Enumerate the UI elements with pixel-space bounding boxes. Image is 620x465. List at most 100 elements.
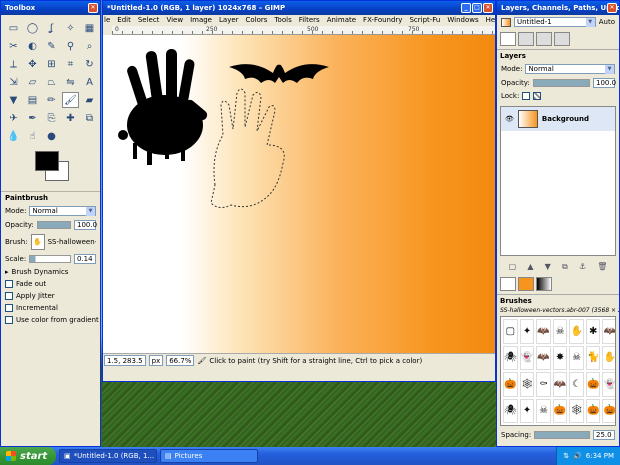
brush-preview[interactable]: ✋ <box>30 234 45 250</box>
menu-image[interactable]: Image <box>190 15 212 26</box>
minimize-icon[interactable]: _ <box>461 3 471 13</box>
incremental-row[interactable]: Incremental <box>1 302 100 314</box>
tab-gradients[interactable] <box>536 277 552 291</box>
foreground-select-tool-icon[interactable]: ◐ <box>24 38 41 54</box>
brush-cell[interactable]: ▢ <box>503 319 518 344</box>
rotate-tool-icon[interactable]: ↻ <box>81 56 98 72</box>
lower-layer-icon[interactable]: ▼ <box>545 262 551 272</box>
menu-fx-foundry[interactable]: FX-Foundry <box>363 15 402 26</box>
brush-cell[interactable]: 🎃 <box>586 398 601 423</box>
fade-out-row[interactable]: Fade out <box>1 278 100 290</box>
bucket-fill-tool-icon[interactable]: ▼ <box>5 92 22 108</box>
brush-dynamics-row[interactable]: ▸ Brush Dynamics <box>1 266 100 278</box>
menu-tools[interactable]: Tools <box>274 15 291 26</box>
text-tool-icon[interactable]: A <box>81 74 98 90</box>
volume-icon[interactable]: 🔊 <box>573 452 582 460</box>
spacing-value[interactable]: 25.0 <box>593 430 615 440</box>
opacity-value[interactable]: 100.0 <box>74 220 97 230</box>
brush-cell[interactable]: ☠ <box>569 345 585 370</box>
mode-dropdown[interactable]: Normal <box>29 206 96 216</box>
menu-help[interactable]: Help <box>486 15 495 26</box>
dodge-burn-tool-icon[interactable]: ● <box>43 128 60 144</box>
new-layer-icon[interactable]: ▢ <box>509 262 517 272</box>
apply-jitter-checkbox[interactable] <box>5 292 13 300</box>
brush-cell[interactable]: ✸ <box>552 345 568 370</box>
brush-cell[interactable]: 🕸 <box>569 398 585 423</box>
image-canvas[interactable] <box>103 35 495 353</box>
opacity-slider[interactable] <box>36 221 71 229</box>
paths-tool-icon[interactable]: ✎ <box>43 38 60 54</box>
eye-icon[interactable]: 👁 <box>505 115 514 123</box>
toolbox-titlebar[interactable]: Toolbox ✕ <box>1 1 100 15</box>
flip-tool-icon[interactable]: ⇋ <box>62 74 79 90</box>
blend-tool-icon[interactable]: ▤ <box>24 92 41 108</box>
tab-channels[interactable] <box>518 32 534 46</box>
menu-script-fu[interactable]: Script-Fu <box>409 15 440 26</box>
scale-tool-icon[interactable]: ⇲ <box>5 74 22 90</box>
brush-cell[interactable]: ☠ <box>552 319 568 344</box>
menu-edit[interactable]: Edit <box>117 15 131 26</box>
align-tool-icon[interactable]: ⊞ <box>43 56 60 72</box>
menu-select[interactable]: Select <box>138 15 160 26</box>
menu-filters[interactable]: Filters <box>299 15 320 26</box>
menu-layer[interactable]: Layer <box>219 15 239 26</box>
layer-row[interactable]: 👁 Background <box>501 107 615 131</box>
image-window-titlebar[interactable]: *Untitled-1.0 (RGB, 1 layer) 1024x768 – … <box>103 1 495 15</box>
color-picker-tool-icon[interactable]: ⚲ <box>62 38 79 54</box>
brush-cell[interactable]: ✱ <box>586 319 601 344</box>
lock-alpha-checkbox[interactable] <box>533 92 542 100</box>
brush-cell[interactable]: ✦ <box>519 319 535 344</box>
blur-tool-icon[interactable]: 💧 <box>5 128 22 144</box>
auto-button[interactable]: Auto <box>599 18 615 26</box>
brush-cell[interactable]: 🐈 <box>586 345 601 370</box>
brush-cell[interactable]: ✋ <box>602 345 615 370</box>
shear-tool-icon[interactable]: ▱ <box>24 74 41 90</box>
scale-slider[interactable] <box>29 255 71 263</box>
brush-cell[interactable]: ☠ <box>536 398 551 423</box>
scissors-tool-icon[interactable]: ✂ <box>5 38 22 54</box>
brush-cell[interactable]: ☾ <box>569 372 585 397</box>
tab-brushes[interactable] <box>500 277 516 291</box>
horizontal-ruler[interactable]: 0 250 500 750 <box>112 26 495 35</box>
network-icon[interactable]: ⇅ <box>563 452 569 460</box>
image-selector-dropdown[interactable]: Untitled-1 <box>514 17 596 27</box>
scale-value[interactable]: 0.14 <box>74 254 96 264</box>
anchor-layer-icon[interactable]: ⚓ <box>579 262 586 272</box>
duplicate-layer-icon[interactable]: ⧉ <box>562 262 568 272</box>
dock-titlebar[interactable]: Layers, Channels, Paths, Undo – ✕ <box>497 1 619 15</box>
crop-tool-icon[interactable]: ⌗ <box>62 56 79 72</box>
gradient-color-row[interactable]: Use color from gradient <box>1 314 100 326</box>
menu-view[interactable]: View <box>166 15 183 26</box>
maximize-icon[interactable]: □ <box>472 3 482 13</box>
start-button[interactable]: start <box>0 447 56 465</box>
brush-cell[interactable]: 🕷 <box>503 345 518 370</box>
fade-out-checkbox[interactable] <box>5 280 13 288</box>
rect-select-tool-icon[interactable]: ▭ <box>5 20 22 36</box>
paintbrush-tool-icon[interactable]: 🖌 <box>62 92 79 108</box>
unit-dropdown[interactable]: px <box>148 355 164 366</box>
tab-layers[interactable] <box>500 32 516 46</box>
free-select-tool-icon[interactable]: ʆ <box>43 20 60 36</box>
tab-patterns[interactable] <box>518 277 534 291</box>
clone-tool-icon[interactable]: ⎘ <box>43 110 60 126</box>
brush-cell[interactable]: 🦇 <box>536 319 551 344</box>
ellipse-select-tool-icon[interactable]: ◯ <box>24 20 41 36</box>
pencil-tool-icon[interactable]: ✏ <box>43 92 60 108</box>
brush-cell[interactable]: 🎃 <box>586 372 601 397</box>
lock-pixels-checkbox[interactable] <box>522 92 531 100</box>
close-icon[interactable]: ✕ <box>607 3 617 13</box>
close-icon[interactable]: ✕ <box>483 3 493 13</box>
perspective-tool-icon[interactable]: ⏢ <box>43 74 60 90</box>
eraser-tool-icon[interactable]: ▰ <box>81 92 98 108</box>
measure-tool-icon[interactable]: ⟂ <box>5 56 22 72</box>
close-icon[interactable]: ✕ <box>88 3 98 13</box>
brush-cell[interactable]: 🕸 <box>519 372 535 397</box>
heal-tool-icon[interactable]: ✚ <box>62 110 79 126</box>
taskbar-item-gimp[interactable]: ▣ *Untitled-1.0 (RGB, 1... <box>59 449 157 463</box>
brush-cell[interactable]: ✦ <box>519 398 535 423</box>
ink-tool-icon[interactable]: ✒ <box>24 110 41 126</box>
menu-colors[interactable]: Colors <box>246 15 268 26</box>
brush-cell[interactable]: ⚰ <box>536 372 551 397</box>
brush-cell[interactable]: ✋ <box>569 319 585 344</box>
tab-undo[interactable] <box>554 32 570 46</box>
